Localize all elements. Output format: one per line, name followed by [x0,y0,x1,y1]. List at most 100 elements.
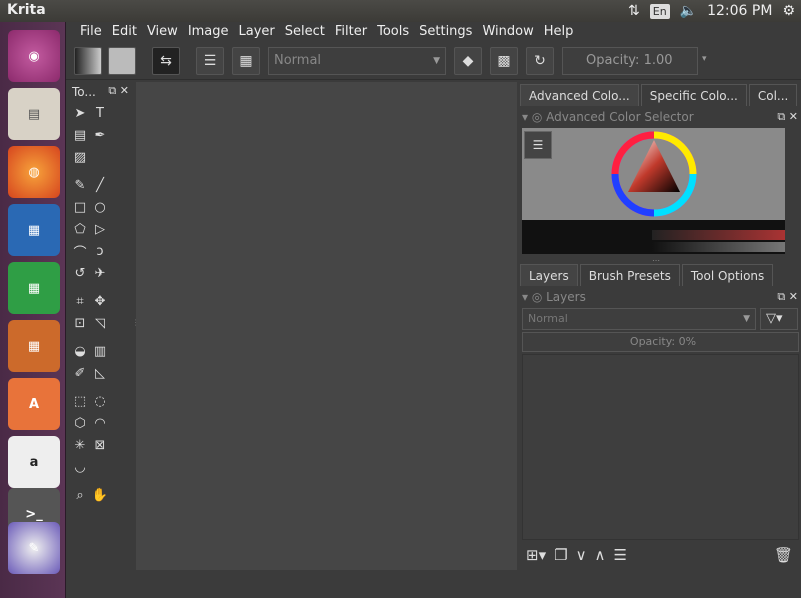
tab-advanced-color[interactable]: Advanced Colo... [520,84,639,106]
eraser-icon[interactable]: ◆ [454,47,482,75]
color-picker-icon[interactable]: ✐ [71,364,89,382]
ellipse-tool-icon[interactable]: ○ [91,198,109,216]
selector-settings-icon[interactable]: ☰ [524,131,552,159]
color-wheel[interactable] [608,128,700,220]
amazon-icon[interactable]: a [8,436,60,488]
perspective-tool-icon[interactable]: ◹ [91,314,109,332]
menu-help[interactable]: Help [539,22,579,42]
network-icon[interactable]: ⇅ [628,3,640,19]
measure-tool-icon[interactable]: ◺ [91,364,109,382]
bezier-select-icon[interactable]: ◡ [71,458,89,476]
add-layer-icon[interactable]: ⊞▾ [526,546,546,564]
brush-presets-icon[interactable]: ▦ [232,47,260,75]
blend-mode-select[interactable]: Normal ▼ [268,47,446,75]
move-layer-down-icon[interactable]: ∨ [576,546,587,564]
menu-layer[interactable]: Layer [234,22,280,42]
move-tool-icon[interactable]: ✥ [91,292,109,310]
layers-title: Layers [546,290,586,304]
menu-edit[interactable]: Edit [107,22,142,42]
color-docker-tabs: Advanced Colo... Specific Colo... Col... [520,84,799,106]
select-shapes-icon[interactable]: ➤ [71,104,89,122]
polyline-tool-icon[interactable]: ▷ [91,220,109,238]
tab-layers[interactable]: Layers [520,264,578,286]
fg-bg-color-button[interactable]: ⇆ [152,47,180,75]
layer-properties-icon[interactable]: ☰ [614,546,627,564]
pattern-preset-button[interactable] [108,47,136,75]
calligraphy-icon[interactable]: ✒ [91,126,109,144]
duplicate-layer-icon[interactable]: ❐ [554,546,567,564]
edit-shapes-icon[interactable]: ▤ [71,126,89,144]
menu-settings[interactable]: Settings [414,22,477,42]
bezier-tool-icon[interactable]: ⌒ [71,242,89,261]
settings-gear-icon[interactable]: ⚙ [782,3,795,19]
fill-tool-icon[interactable]: ◒ [71,342,89,360]
calc-icon[interactable]: ▦ [8,262,60,314]
brush-settings-icon[interactable]: ☰ [196,47,224,75]
menu-view[interactable]: View [142,22,183,42]
menu-file[interactable]: File [75,22,107,42]
dash-home-icon[interactable]: ◉ [8,30,60,82]
app-title: Krita [7,2,46,18]
move-layer-up-icon[interactable]: ∧ [595,546,606,564]
tab-specific-color[interactable]: Specific Colo... [640,84,747,106]
layer-opacity-slider[interactable]: Opacity: 0% [522,332,799,352]
menu-window[interactable]: Window [477,22,538,42]
canvas-area[interactable] [136,82,517,570]
docker-float-close-icon[interactable]: ⧉ ✕ [108,84,129,98]
menu-tools[interactable]: Tools [372,22,414,42]
software-center-icon[interactable]: A [8,378,60,430]
keyboard-layout-indicator[interactable]: En [649,3,670,19]
crop-tool-icon[interactable]: ⌗ [71,292,89,310]
menu-image[interactable]: Image [183,22,234,42]
rectangle-tool-icon[interactable]: □ [71,198,89,216]
reload-preset-icon[interactable]: ↻ [526,47,554,75]
unity-launcher: ◉ ▤ ◍ ▦ ▦ ▦ A a >_ ✎ [0,22,66,598]
rect-select-icon[interactable]: ⬚ [71,392,89,410]
tab-color-other[interactable]: Col... [748,84,798,106]
layers-docker-tabs: Layers Brush Presets Tool Options [520,264,775,286]
gradient-preset-button[interactable] [74,47,102,75]
magic-wand-icon[interactable]: ✳ [71,436,89,454]
layer-filter-button[interactable]: ▽▾ [760,308,798,330]
line-tool-icon[interactable]: ╱ [91,176,109,194]
similar-select-icon[interactable]: ⊠ [91,436,109,454]
freehand-select-icon[interactable]: ◠ [91,414,109,432]
writer-icon[interactable]: ▦ [8,204,60,256]
docker-splitter-handle[interactable]: ⋮ [132,318,140,336]
zoom-tool-icon[interactable]: ⌕ [71,486,89,504]
ellipse-select-icon[interactable]: ◌ [91,392,109,410]
polygon-select-icon[interactable]: ⬡ [71,414,89,432]
polygon-tool-icon[interactable]: ⬠ [71,220,89,238]
opacity-slider[interactable]: Opacity: 1.00 [562,47,698,75]
menu-select[interactable]: Select [280,22,330,42]
clock[interactable]: 12:06 PM [707,3,772,19]
docker-float-close-icon[interactable]: ⧉ ✕ [777,108,798,126]
volume-icon[interactable]: 🔈 [680,3,697,19]
docker-float-close-icon[interactable]: ⧉ ✕ [777,288,798,306]
color-history-bars[interactable] [522,220,785,254]
firefox-icon[interactable]: ◍ [8,146,60,198]
menu-filter[interactable]: Filter [330,22,372,42]
krita-icon[interactable]: ✎ [8,522,60,574]
freehand-path-icon[interactable]: ↄ [91,242,109,260]
layer-blend-select[interactable]: Normal ▼ [522,308,756,330]
dynamic-brush-icon[interactable]: ↺ [71,264,89,282]
delete-layer-icon[interactable]: 🗑 [774,546,793,564]
layer-list[interactable] [522,354,799,540]
impress-icon[interactable]: ▦ [8,320,60,372]
gradient-edit-icon[interactable]: ▨ [71,148,89,166]
multibrush-icon[interactable]: ✈ [91,264,109,282]
gradient-tool-icon[interactable]: ▥ [91,342,109,360]
tab-brush-presets[interactable]: Brush Presets [579,264,680,286]
tab-tool-options[interactable]: Tool Options [681,264,774,286]
text-tool-icon[interactable]: T [91,104,109,122]
alpha-lock-icon[interactable]: ▩ [490,47,518,75]
transform-tool-icon[interactable]: ⊡ [71,314,89,332]
pan-tool-icon[interactable]: ✋ [91,486,109,504]
menu-bar: File Edit View Image Layer Select Filter… [75,22,578,42]
layer-blend-value: Normal [528,312,568,325]
opacity-spin-icon[interactable]: ▾ [702,54,707,64]
system-tray: ⇅ En 🔈 12:06 PM ⚙ [628,0,801,22]
brush-tool-icon[interactable]: ✎ [71,176,89,194]
files-icon[interactable]: ▤ [8,88,60,140]
